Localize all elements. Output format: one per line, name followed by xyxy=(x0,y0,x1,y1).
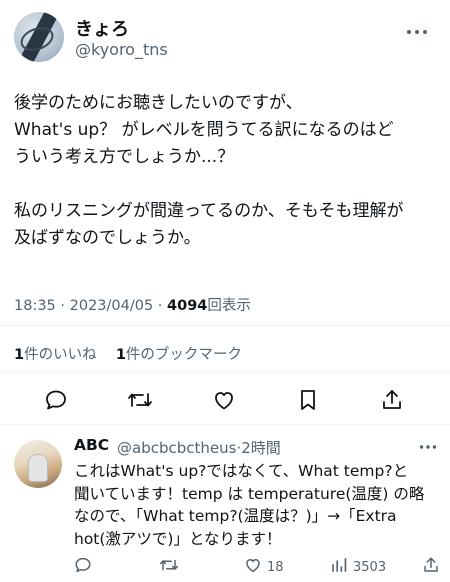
bookmarks-count: 1 xyxy=(115,347,126,363)
avatar[interactable] xyxy=(14,440,62,488)
bookmarks-stat[interactable]: 1件のブックマーク xyxy=(116,347,242,363)
reply-action-bar: 18 3503 xyxy=(74,556,439,578)
views-icon xyxy=(330,556,348,578)
tweet-action-bar xyxy=(0,386,450,416)
reply-handle[interactable]: @abcbcbctheus xyxy=(117,439,236,457)
like-icon[interactable] xyxy=(210,386,238,414)
reply-display-name[interactable]: ABC xyxy=(74,436,109,454)
view-count: 3503 xyxy=(353,559,387,575)
reply-icon[interactable] xyxy=(42,386,70,414)
tweet-meta: 18:35 · 2023/04/05 · 4094回表示 xyxy=(14,294,251,315)
ellipsis-icon[interactable] xyxy=(406,20,428,39)
likes-label: 件のいいね xyxy=(24,347,97,363)
bookmark-icon[interactable] xyxy=(294,386,322,414)
reply-handle-line: @abcbcbctheus·2時間 xyxy=(117,437,281,458)
reply-icon[interactable] xyxy=(74,556,92,574)
share-icon[interactable] xyxy=(378,386,406,414)
like-icon xyxy=(244,556,262,578)
ellipsis-icon[interactable] xyxy=(419,436,437,454)
meta-separator: · xyxy=(153,298,168,314)
tweet-stats: 1件のいいね 1件のブックマーク xyxy=(14,343,242,364)
retweet-icon[interactable] xyxy=(159,556,179,574)
likes-stat[interactable]: 1件のいいね xyxy=(14,347,97,363)
views-count: 4094 xyxy=(167,298,208,314)
divider xyxy=(0,372,450,373)
reply-text: これはWhat's up?ではなくて、What temp?と 聞いています！te… xyxy=(74,462,425,548)
share-icon[interactable] xyxy=(422,556,440,574)
meta-separator: · xyxy=(55,298,70,314)
tweet-author: きょろ @kyoro_tns xyxy=(14,12,434,64)
author-display-name[interactable]: きょろ xyxy=(75,15,129,41)
avatar[interactable] xyxy=(14,12,64,62)
like-button[interactable]: 18 xyxy=(244,556,284,578)
views-label: 回表示 xyxy=(207,298,251,314)
divider xyxy=(0,424,450,425)
tweet-time[interactable]: 18:35 xyxy=(14,298,56,314)
divider xyxy=(0,325,450,326)
bookmarks-label: 件のブックマーク xyxy=(125,347,242,363)
tweet-text: 後学のためにお聴きしたいのですが、 What's up？ がレベルを問うてる訳に… xyxy=(14,93,404,248)
reply-tweet[interactable]: ABC @abcbcbctheus·2時間 これはWhat's up?ではなくて… xyxy=(14,436,439,582)
like-count: 18 xyxy=(267,559,284,575)
retweet-icon[interactable] xyxy=(126,386,154,414)
reply-time[interactable]: 2時間 xyxy=(241,439,281,457)
author-handle[interactable]: @kyoro_tns xyxy=(75,40,168,59)
views-button[interactable]: 3503 xyxy=(330,556,386,578)
likes-count: 1 xyxy=(14,347,25,363)
tweet-date[interactable]: 2023/04/05 xyxy=(70,298,154,314)
